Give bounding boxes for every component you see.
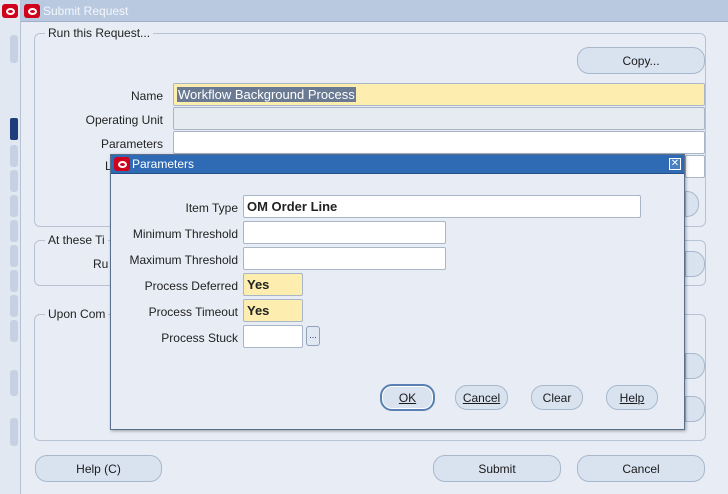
background-tab[interactable] <box>10 145 18 167</box>
background-tab[interactable] <box>10 35 18 63</box>
submit-button-label: Submit <box>478 461 516 476</box>
background-tab-selected[interactable] <box>10 118 18 140</box>
background-tab[interactable] <box>10 270 18 292</box>
help-button[interactable]: Help (C) <box>35 455 162 482</box>
cancel-button[interactable]: Cancel <box>577 455 705 482</box>
run-request-group-label: Run this Request... <box>45 26 154 40</box>
process-deferred-field[interactable]: Yes <box>243 273 303 296</box>
list-of-values-button[interactable]: ... <box>306 326 320 346</box>
dialog-cancel-button[interactable]: Cancel <box>455 385 508 410</box>
run-label: Ru <box>93 257 109 271</box>
dialog-help-button-label: Help <box>619 390 645 405</box>
background-tab[interactable] <box>10 295 18 317</box>
dialog-help-button[interactable]: Help <box>606 385 658 410</box>
schedule-group-label: At these Ti <box>45 233 108 247</box>
process-stuck-field[interactable] <box>243 325 303 348</box>
dialog-cancel-button-label: Cancel <box>462 390 501 405</box>
background-tab[interactable] <box>10 170 18 192</box>
oracle-logo-icon <box>114 157 130 171</box>
clear-button-label: Clear <box>542 390 572 405</box>
operating-unit-field[interactable] <box>173 107 705 130</box>
clear-button[interactable]: Clear <box>531 385 583 410</box>
operating-unit-label: Operating Unit <box>85 113 163 127</box>
parameters-dialog: Parameters ✕ Item Type OM Order Line Min… <box>110 154 685 430</box>
parameters-label: Parameters <box>100 137 163 151</box>
parameters-field[interactable] <box>173 131 705 154</box>
process-stuck-label: Process Stuck <box>161 331 238 345</box>
dialog-titlebar: Parameters ✕ <box>111 155 684 174</box>
window-title: Submit Request <box>43 4 129 18</box>
background-tab[interactable] <box>10 320 18 342</box>
maximum-threshold-label: Maximum Threshold <box>129 253 238 267</box>
dialog-title: Parameters <box>132 157 195 171</box>
ok-button-label: OK <box>398 390 417 405</box>
process-deferred-label: Process Deferred <box>144 279 238 293</box>
name-field-value: Workflow Background Process <box>177 87 356 102</box>
process-timeout-label: Process Timeout <box>148 305 238 319</box>
ok-button[interactable]: OK <box>380 384 435 411</box>
completion-group-label: Upon Com <box>45 307 109 321</box>
background-tab[interactable] <box>10 195 18 217</box>
submit-button[interactable]: Submit <box>433 455 561 482</box>
oracle-logo-icon <box>2 4 18 18</box>
maximum-threshold-field[interactable] <box>243 247 446 270</box>
copy-button-label: Copy... <box>622 53 660 68</box>
background-tab[interactable] <box>10 220 18 242</box>
background-tab[interactable] <box>10 418 18 446</box>
background-tab[interactable] <box>10 370 18 396</box>
help-button-label: Help (C) <box>76 461 121 476</box>
copy-button[interactable]: Copy... <box>577 47 705 74</box>
name-label: Name <box>130 89 163 103</box>
background-tab[interactable] <box>10 245 18 267</box>
process-timeout-field[interactable]: Yes <box>243 299 303 322</box>
background-window-edge <box>0 0 20 494</box>
minimum-threshold-label: Minimum Threshold <box>132 227 238 241</box>
item-type-field[interactable]: OM Order Line <box>243 195 641 218</box>
cancel-button-label: Cancel <box>622 461 660 476</box>
name-field[interactable]: Workflow Background Process <box>173 83 705 106</box>
close-icon[interactable]: ✕ <box>669 158 681 170</box>
hidden-field[interactable] <box>685 155 705 178</box>
item-type-label: Item Type <box>185 201 238 215</box>
window-titlebar: Submit Request <box>21 0 728 22</box>
oracle-logo-icon <box>24 4 40 18</box>
minimum-threshold-field[interactable] <box>243 221 446 244</box>
